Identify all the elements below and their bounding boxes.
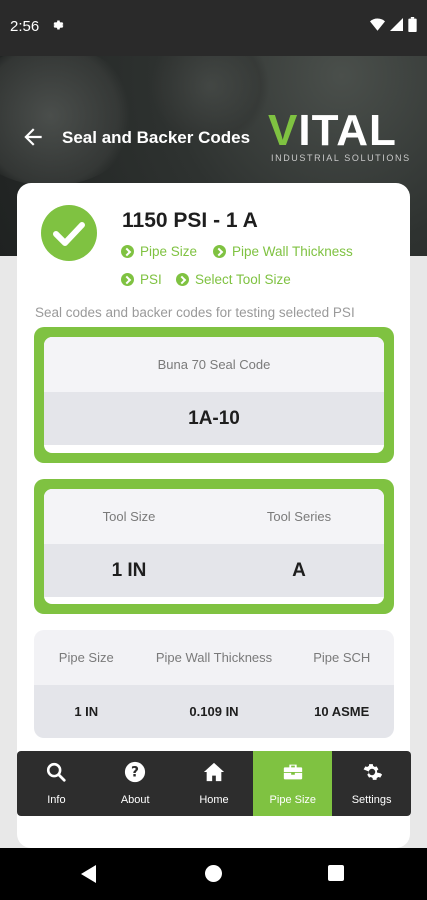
tool-series-value: A — [292, 559, 306, 581]
check-circle-icon — [41, 205, 97, 261]
help-icon: ? — [124, 761, 146, 786]
nav-info[interactable]: Info — [17, 751, 96, 816]
chevron-circle-icon — [176, 273, 189, 286]
status-bar: 2:56 — [0, 0, 427, 56]
battery-icon — [408, 17, 417, 37]
home-icon — [203, 761, 225, 786]
crumb-pipe-size[interactable]: Pipe Size — [121, 244, 197, 259]
nav-about[interactable]: ? About — [96, 751, 175, 816]
chevron-circle-icon — [213, 245, 226, 258]
back-arrow-icon[interactable] — [20, 124, 46, 150]
nav-settings[interactable]: Settings — [332, 751, 411, 816]
seal-code-box: Buna 70 Seal Code 1A-10 — [34, 327, 394, 463]
page-title: Seal and Backer Codes — [62, 128, 251, 147]
system-back-icon[interactable] — [80, 865, 98, 888]
tool-size-value: 1 IN — [111, 559, 147, 581]
seal-code-value: 1A-10 — [188, 407, 240, 429]
result-description: Seal codes and backer codes for testing … — [35, 305, 355, 320]
system-home-icon[interactable] — [205, 865, 222, 882]
pipe-wall-header: Pipe Wall Thickness — [155, 650, 273, 665]
bottom-nav: Info ? About Home Pipe Size Settings — [17, 751, 411, 816]
pipe-sch-header: Pipe SCH — [313, 650, 371, 665]
vital-logo: VITAL INDUSTRIAL SOLUTIONS — [268, 106, 411, 164]
tool-series-header: Tool Series — [266, 509, 332, 524]
pipe-size-header: Pipe Size — [58, 650, 114, 665]
system-nav-bar — [0, 848, 427, 900]
signal-icon — [390, 18, 403, 36]
pipe-sch-value: 10 ASME — [314, 704, 370, 719]
toolbox-icon — [282, 761, 304, 786]
wifi-icon — [370, 18, 385, 36]
seal-code-header: Buna 70 Seal Code — [157, 357, 271, 372]
pipe-info-table: Pipe Size Pipe Wall Thickness Pipe SCH 1… — [34, 630, 394, 738]
settings-status-icon — [50, 18, 64, 37]
nav-home[interactable]: Home — [175, 751, 254, 816]
crumb-select-tool-size[interactable]: Select Tool Size — [176, 272, 291, 287]
chevron-circle-icon — [121, 273, 134, 286]
pipe-wall-value: 0.109 IN — [189, 704, 239, 719]
crumb-psi[interactable]: PSI — [121, 272, 162, 287]
tool-size-header: Tool Size — [102, 509, 156, 524]
tool-box: Tool Size Tool Series 1 IN A — [34, 479, 394, 614]
gear-icon — [361, 761, 383, 786]
system-recents-icon[interactable] — [328, 865, 344, 881]
chevron-circle-icon — [121, 245, 134, 258]
logo-subtitle: INDUSTRIAL SOLUTIONS — [271, 153, 411, 163]
svg-text:?: ? — [131, 765, 139, 781]
pipe-size-value: 1 IN — [74, 704, 99, 719]
status-time: 2:56 — [10, 18, 40, 35]
search-icon — [45, 761, 67, 786]
result-title: 1150 PSI - 1 A — [122, 209, 258, 232]
nav-pipe-size[interactable]: Pipe Size — [253, 751, 333, 816]
crumb-pipe-wall-thickness[interactable]: Pipe Wall Thickness — [213, 244, 353, 259]
